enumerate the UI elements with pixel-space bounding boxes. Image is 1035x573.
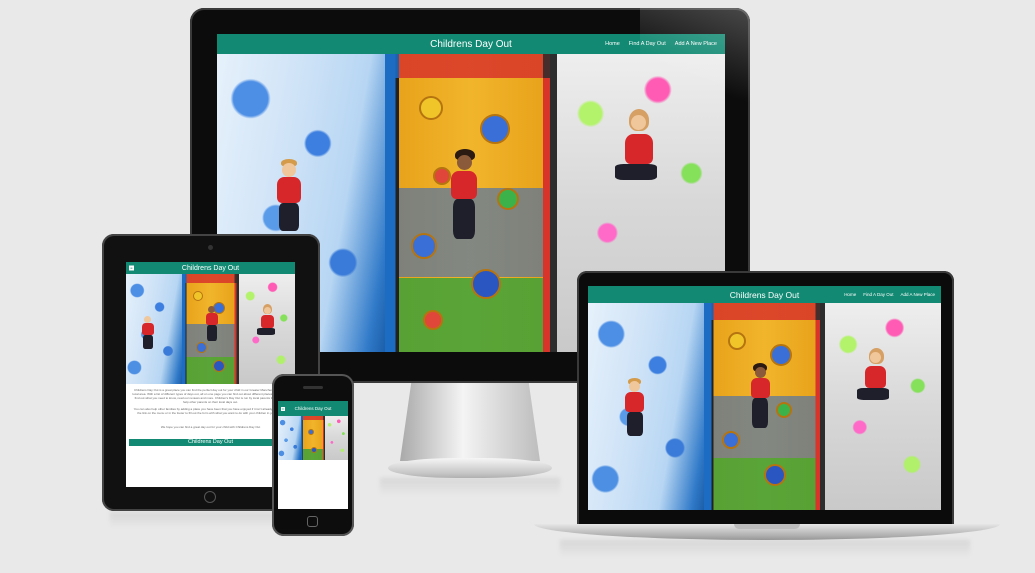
monitor-stand xyxy=(400,383,540,461)
nav-home[interactable]: Home xyxy=(605,41,620,47)
nav-home[interactable]: Home xyxy=(844,292,856,297)
tablet-camera xyxy=(208,245,213,250)
hero-image xyxy=(278,416,348,460)
intro-paragraph-3: We hope you can find a great day out for… xyxy=(160,425,261,429)
navbar: Childrens Day Out Home Find A Day Out Ad… xyxy=(588,286,941,303)
laptop-notch xyxy=(734,524,800,529)
nav-links: Home Find A Day Out Add A New Place xyxy=(844,286,935,303)
hero-image xyxy=(126,274,295,384)
child-climber-right xyxy=(597,109,677,219)
nav-links: Home Find A Day Out Add A New Place xyxy=(605,34,717,54)
hamburger-menu-icon[interactable]: ≡ xyxy=(129,265,134,271)
navbar: Childrens Day Out Home Find A Day Out Ad… xyxy=(217,34,725,54)
monitor-foot xyxy=(388,458,552,478)
hero-image xyxy=(588,303,941,510)
navbar: ≡ Childrens Day Out xyxy=(126,262,295,274)
child-climber-center xyxy=(435,149,495,259)
intro-paragraph-1: Childrens Day Out is a great place you c… xyxy=(132,388,289,404)
brand-title[interactable]: Childrens Day Out xyxy=(182,265,239,272)
brand-title[interactable]: Childrens Day Out xyxy=(430,39,512,50)
childrens-day-out-button[interactable]: Childrens Day Out xyxy=(129,439,292,446)
hamburger-menu-icon[interactable]: ≡ xyxy=(281,406,285,411)
phone-speaker xyxy=(303,386,323,389)
phone-screen: ≡ Childrens Day Out xyxy=(278,401,348,509)
tablet-home-button xyxy=(204,491,216,503)
laptop-screen: Childrens Day Out Home Find A Day Out Ad… xyxy=(588,286,941,510)
navbar: ≡ Childrens Day Out xyxy=(278,401,348,416)
nav-find-a-day-out[interactable]: Find A Day Out xyxy=(629,41,666,47)
tablet-screen: ≡ Childrens Day Out Childrens Day Out is… xyxy=(126,262,295,487)
nav-find-a-day-out[interactable]: Find A Day Out xyxy=(863,292,893,297)
intro-paragraph-2: You can also help other families by addi… xyxy=(133,407,288,415)
nav-add-a-new-place[interactable]: Add A New Place xyxy=(675,41,717,47)
brand-title[interactable]: Childrens Day Out xyxy=(730,290,799,300)
child-climber-left xyxy=(259,159,319,239)
brand-title[interactable]: Childrens Day Out xyxy=(295,406,332,411)
nav-add-a-new-place[interactable]: Add A New Place xyxy=(900,292,935,297)
